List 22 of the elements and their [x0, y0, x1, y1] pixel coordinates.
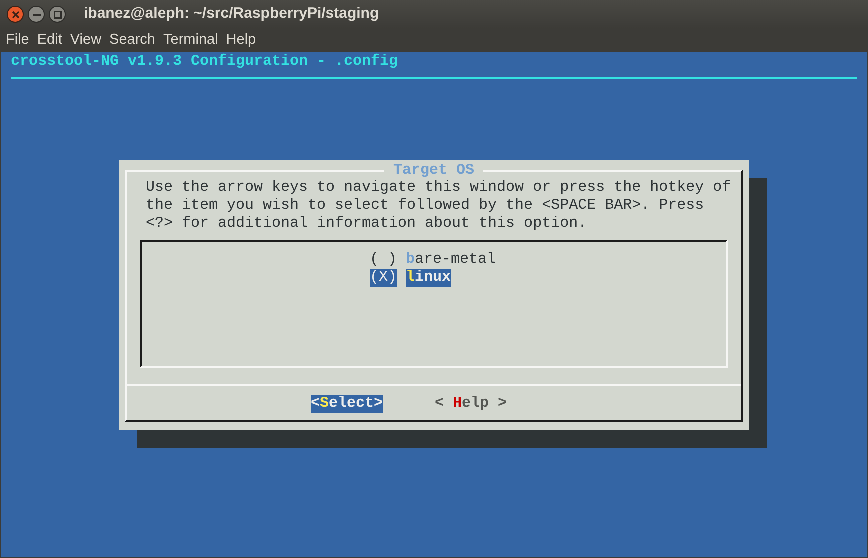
maximize-icon [54, 10, 62, 18]
help-text: Use the arrow keys to navigate this window or press the hotkey of the item you wish to select followed by the <SPACE BAR>. Press <?> for additional information about this option. [145, 178, 732, 233]
dialog-button[interactable]: < Help > [435, 395, 508, 413]
config-title: crosstool-NG v1.9.3 Configuration - .config [10, 52, 400, 71]
close-icon [12, 10, 20, 18]
menu-item[interactable]: File [2, 30, 34, 50]
radio-button[interactable]: (X) [370, 269, 398, 287]
maximize-button[interactable] [49, 6, 66, 23]
minimize-button[interactable] [28, 6, 45, 23]
close-button[interactable] [7, 6, 24, 23]
menu-item[interactable]: Edit [33, 30, 66, 50]
dialog-button[interactable]: <Select> [310, 395, 383, 413]
window-title: ibanez@aleph: ~/src/RaspberryPi/staging [84, 4, 380, 24]
menu-item[interactable]: Terminal [160, 30, 222, 50]
minimize-icon [32, 14, 40, 16]
option-label[interactable]: bare-metal [406, 251, 496, 269]
menu-item[interactable]: Search [106, 30, 160, 50]
dialog-title: Target OS [384, 162, 484, 180]
menu-item[interactable]: Help [222, 30, 260, 50]
menu-item[interactable]: View [66, 30, 106, 50]
radio-button[interactable]: ( ) [370, 251, 398, 269]
option-label[interactable]: linux [406, 269, 452, 287]
